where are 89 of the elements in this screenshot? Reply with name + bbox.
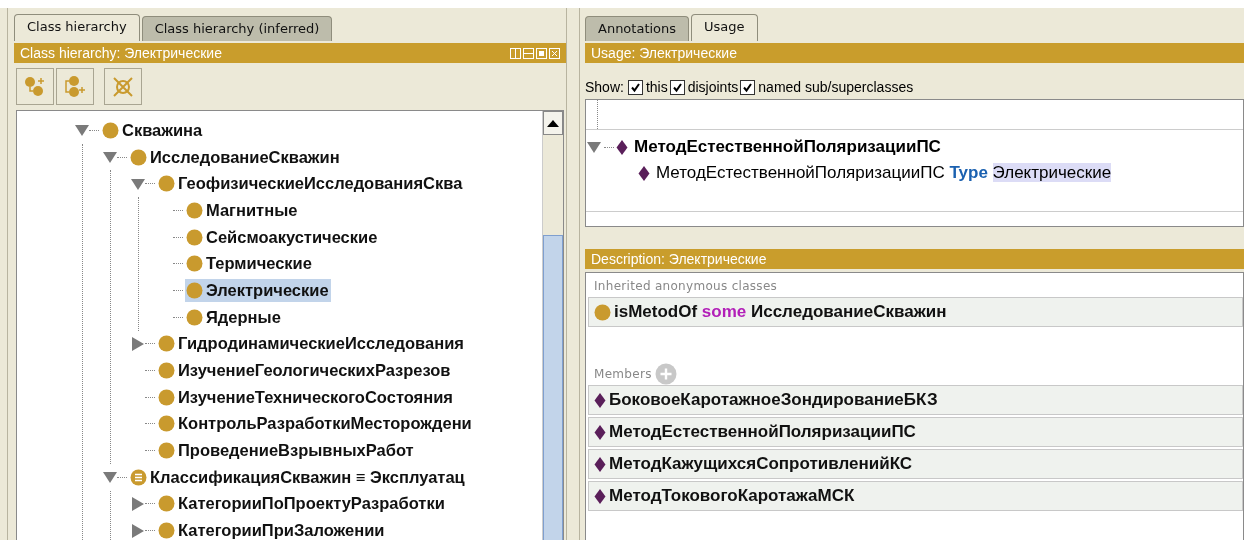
class-icon [594,303,611,321]
individual-icon [594,487,606,505]
class-icon [186,201,203,219]
scroll-up-button[interactable] [543,111,563,135]
tree-item[interactable]: ГидродинамическиеИсследования [157,332,466,356]
individual-icon [616,138,628,156]
add-sibling-node-icon [63,74,87,99]
individual-icon [638,164,650,182]
check-icon [742,81,754,93]
up-arrow-icon [547,119,559,127]
check-icon [671,81,683,93]
show-label: Show: [585,79,624,95]
equivalent-class-icon [130,468,147,486]
tree-item[interactable]: КатегорииПоПроектуРазработки [157,492,447,516]
individual-icon [594,391,606,409]
close-icon[interactable] [549,47,560,59]
individual-icon [594,455,606,473]
expanded-toggle-icon[interactable] [75,124,89,137]
class-icon [158,442,175,460]
tree-item[interactable]: ПроведениеВзрывныхРабот [157,439,416,463]
frame-row[interactable]: БоковоеКаротажноеЗондированиеБКЗ [588,385,1243,415]
frame-text: БоковоеКаротажноеЗондированиеБКЗ [609,390,938,410]
section-heading: Inherited anonymous classes [594,279,778,293]
tree-item[interactable]: КлассификацияСкважин ≡ Эксплуатац [129,465,467,489]
tree-item[interactable]: ГеофизическиеИсследованияСква [157,172,465,196]
tree-item[interactable]: Ядерные [185,305,283,329]
collapsed-toggle-icon[interactable] [132,496,144,511]
section-heading: Members [594,367,652,381]
tree-item[interactable]: Электрические [185,278,331,302]
split-icon[interactable] [510,47,521,59]
axiom-text: МетодЕстественнойПоляризацииПС Type Электрические [656,163,1112,183]
frame-row[interactable]: isMetodOf some ИсследованиеСкважин [588,297,1243,327]
add-child-node-icon [23,74,47,99]
tree-item[interactable]: Сейсмоакустические [185,225,380,249]
view-title: Description: Электрические [591,251,768,267]
class-icon [158,415,175,433]
checkbox-label[interactable]: disjoints [687,79,739,95]
tree-item[interactable]: Магнитные [185,198,300,222]
class-icon [102,121,119,139]
class-icon [130,148,147,166]
tree-item[interactable]: ИзучениеГеологическихРазрезов [157,359,453,383]
tree-item[interactable]: КонтрольРазработкиМесторождени [157,412,474,436]
class-icon [186,281,203,299]
checkbox[interactable] [627,79,643,95]
individual-icon [594,423,606,441]
collapsed-toggle-icon[interactable] [132,336,144,351]
scrollbar[interactable] [542,111,563,540]
class-icon [158,495,175,513]
view-title: Class hierarchy: Электрические [20,45,223,61]
checkbox-label[interactable]: this [645,79,668,95]
usage-item[interactable]: МетодЕстественнойПоляризацииПС [634,137,941,157]
checkbox-label[interactable]: named sub/superclasses [758,79,914,95]
frame-text: isMetodOf some ИсследованиеСкважин [614,302,947,322]
tab[interactable]: Class hierarchy (inferred) [141,16,333,41]
tab[interactable]: Class hierarchy [14,14,140,41]
crossed-circle-icon [111,74,135,99]
tab[interactable]: Annotations [585,16,690,41]
maximize-icon[interactable] [536,47,547,59]
class-icon [186,255,203,273]
expanded-toggle-icon[interactable] [103,151,117,164]
tree-item[interactable]: Скважина [101,118,205,142]
class-icon [158,175,175,193]
tree-item[interactable]: КатегорииПриЗаложении [157,519,387,540]
scroll-thumb[interactable] [543,235,563,540]
tree-item[interactable]: ИзучениеТехническогоСостояния [157,385,455,409]
class-icon [158,388,175,406]
frame-text: МетодКажущихсяСопротивленийКС [609,454,913,474]
frame-row[interactable]: МетодКажущихсяСопротивленийКС [588,449,1243,479]
tree-item[interactable]: Термические [185,252,314,276]
tree-item[interactable]: ИсследованиеСкважин [129,145,342,169]
class-icon [158,362,175,380]
class-icon [158,522,175,540]
frame-row[interactable]: МетодЕстественнойПоляризацииПС [588,417,1243,447]
view-title: Usage: Электрические [591,45,738,61]
check-icon [629,81,641,93]
class-icon [158,335,175,353]
expanded-toggle-icon[interactable] [131,177,145,190]
expanded-toggle-icon[interactable] [587,141,601,153]
tab[interactable]: Usage [691,14,758,41]
expanded-toggle-icon[interactable] [103,471,117,484]
minimize-icon[interactable] [523,47,534,59]
checkbox[interactable] [740,79,756,95]
frame-row[interactable]: МетодТоковогоКаротажаМСК [588,481,1243,511]
class-icon [186,308,203,326]
collapsed-toggle-icon[interactable] [132,523,144,538]
checkbox[interactable] [669,79,685,95]
frame-text: МетодТоковогоКаротажаМСК [609,486,855,506]
class-icon [186,228,203,246]
frame-text: МетодЕстественнойПоляризацииПС [609,422,916,442]
